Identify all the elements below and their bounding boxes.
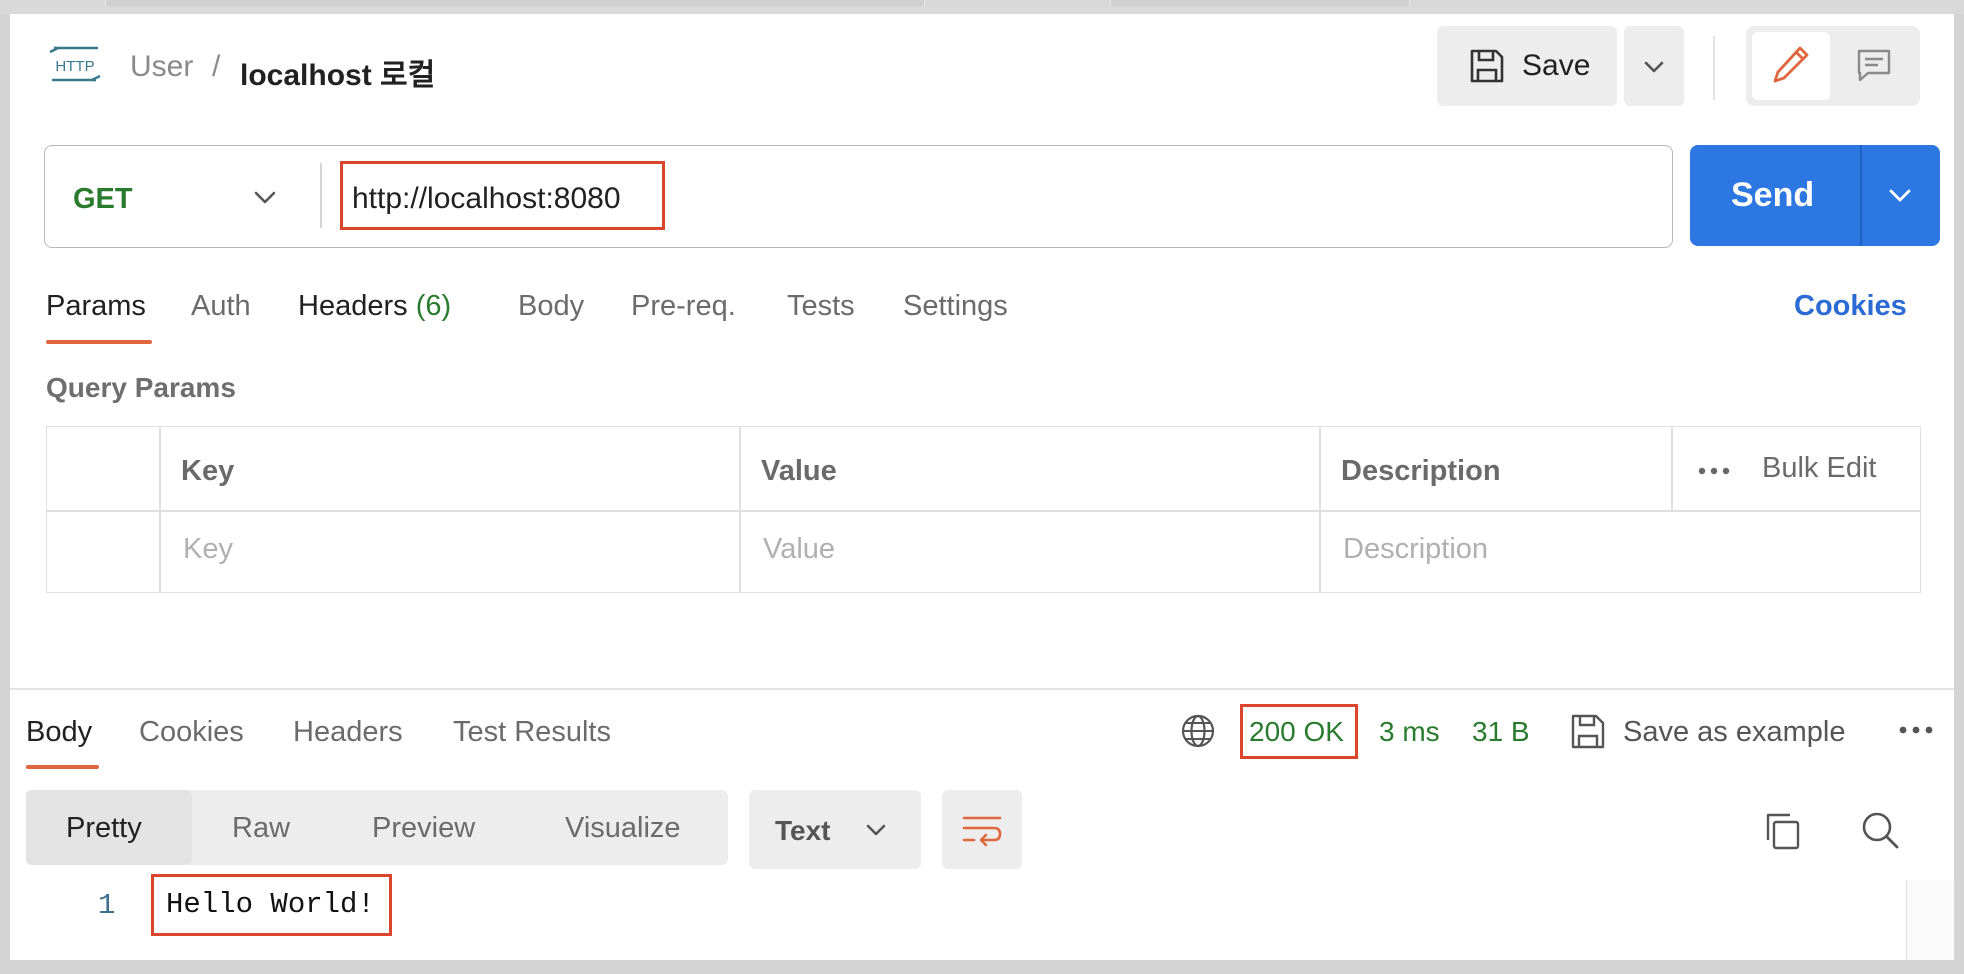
body-highlight-box [151,874,392,936]
header-divider [1713,36,1715,100]
tab-headers-label: Headers [298,290,408,322]
chevron-down-icon[interactable] [252,184,278,210]
tab-prereq[interactable]: Pre-req. [631,290,736,323]
send-label: Send [1731,176,1815,214]
table-column-divider [159,426,161,593]
response-tab-test-results[interactable]: Test Results [453,716,611,749]
save-label: Save [1522,49,1591,82]
table-header-divider [46,510,1921,512]
url-highlight-box [340,161,665,230]
copy-icon[interactable] [1762,810,1802,852]
response-tab-headers[interactable]: Headers [293,716,403,749]
response-tab-cookies[interactable]: Cookies [139,716,244,749]
tab-tests[interactable]: Tests [787,290,855,323]
top-tab-segment [105,0,925,6]
wrap-lines-icon [962,816,1002,847]
http-icon: HTTP [49,46,101,82]
breadcrumb-parent[interactable]: User [130,50,193,84]
send-divider [1860,145,1862,246]
scrollbar[interactable] [1906,880,1954,960]
view-tab-preview[interactable]: Preview [372,812,475,845]
request-title[interactable]: localhost 로컬 [240,50,435,94]
table-column-divider [739,426,741,593]
breadcrumb-separator: / [212,50,221,83]
response-tab-body[interactable]: Body [26,716,92,749]
column-header-key: Key [181,455,235,487]
cookies-link[interactable]: Cookies [1794,290,1907,323]
view-tab-raw[interactable]: Raw [232,812,290,845]
save-icon [1470,49,1504,83]
comment-icon[interactable] [1856,47,1892,83]
method-select[interactable]: GET [73,183,133,216]
more-options-icon[interactable] [1697,466,1731,476]
status-highlight-box [1240,704,1358,759]
view-tab-pretty[interactable]: Pretty [66,812,142,845]
response-divider [10,688,1954,690]
chevron-down-icon [866,824,886,836]
tab-headers-count: (6) [415,290,452,322]
query-params-title: Query Params [46,372,236,403]
line-number: 1 [98,889,116,922]
save-options-button[interactable] [1624,26,1684,106]
tab-headers[interactable]: Headers (6) [298,290,451,323]
chevron-down-icon[interactable] [1887,182,1913,208]
url-divider [320,163,322,228]
response-size: 31 B [1472,716,1530,747]
more-options-icon[interactable] [1898,725,1934,735]
column-header-value: Value [761,455,837,487]
response-time: 3 ms [1379,716,1440,747]
view-tab-visualize[interactable]: Visualize [565,812,681,845]
key-input[interactable]: Key [183,533,233,566]
tab-body[interactable]: Body [518,290,584,323]
tab-settings[interactable]: Settings [903,290,1008,323]
pencil-icon [1773,46,1809,83]
table-column-divider [1319,426,1321,593]
table-column-divider [1671,426,1673,510]
svg-text:HTTP: HTTP [55,58,94,75]
globe-icon[interactable] [1180,713,1216,749]
search-icon[interactable] [1860,810,1900,850]
save-icon [1571,714,1605,749]
chevron-down-icon [1644,61,1664,73]
description-input[interactable]: Description [1343,533,1488,566]
top-tab-segment [1110,0,1410,6]
window-top-strip [0,0,1964,14]
column-header-description: Description [1341,455,1501,487]
bulk-edit-button[interactable]: Bulk Edit [1762,452,1876,485]
value-input[interactable]: Value [763,533,835,566]
active-tab-indicator [26,765,99,769]
tab-auth[interactable]: Auth [191,290,251,323]
tab-params[interactable]: Params [46,290,146,323]
active-tab-indicator [46,340,152,344]
format-label: Text [775,815,831,846]
save-as-example-button[interactable]: Save as example [1623,716,1845,749]
